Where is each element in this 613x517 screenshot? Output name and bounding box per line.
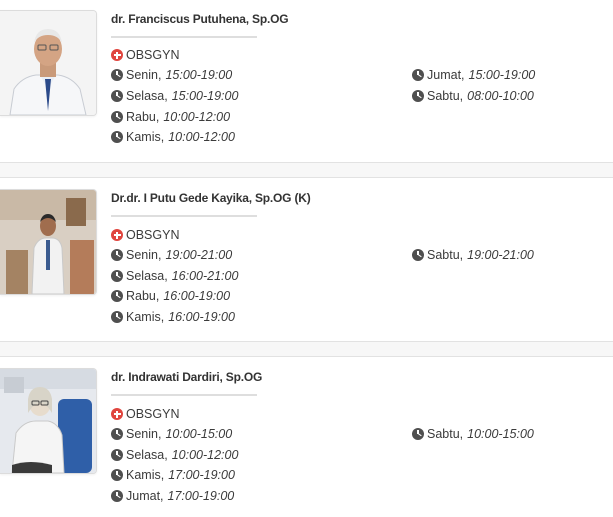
schedule-time: 16:00-19:00 <box>168 310 235 324</box>
schedule-time: 15:00-19:00 <box>468 68 536 82</box>
clock-icon <box>111 249 123 261</box>
clock-icon <box>111 131 123 143</box>
schedule-day: Kamis, <box>126 310 165 324</box>
schedule-time: 10:00-15:00 <box>467 427 534 441</box>
schedule-item: Kamis, 17:00-19:00 <box>111 468 235 482</box>
schedule-day: Kamis, <box>126 130 165 144</box>
name-divider <box>111 36 257 38</box>
specialty: OBSGYN <box>111 407 180 421</box>
schedule-item: Sabtu, 19:00-21:00 <box>412 248 534 262</box>
schedule-time: 16:00-21:00 <box>171 269 239 283</box>
schedule-item: Kamis, 10:00-12:00 <box>111 130 235 144</box>
clock-icon <box>111 311 123 323</box>
medical-cross-icon <box>111 49 123 61</box>
clock-icon <box>412 69 424 81</box>
schedule-day: Selasa, <box>126 269 168 283</box>
doctor-card[interactable]: dr. Indrawati Dardiri, Sp.OG OBSGYN Seni… <box>0 356 613 517</box>
schedule-time: 15:00-19:00 <box>171 89 239 103</box>
clock-icon <box>111 90 123 102</box>
schedule-day: Rabu, <box>126 110 160 124</box>
schedule-time: 19:00-21:00 <box>165 248 233 262</box>
schedule-time: 10:00-12:00 <box>168 130 235 144</box>
specialty: OBSGYN <box>111 228 180 242</box>
schedule-time: 19:00-21:00 <box>467 248 534 262</box>
schedule-day: Jumat, <box>126 489 164 503</box>
specialty-label: OBSGYN <box>126 407 180 421</box>
medical-cross-icon <box>111 229 123 241</box>
schedule-day: Sabtu, <box>427 89 464 103</box>
clock-icon <box>111 469 123 481</box>
schedule-day: Kamis, <box>126 468 165 482</box>
clock-icon <box>111 270 123 282</box>
schedule-item: Sabtu, 08:00-10:00 <box>412 89 534 103</box>
clock-icon <box>111 449 123 461</box>
schedule-item: Selasa, 15:00-19:00 <box>111 89 238 103</box>
schedule-day: Selasa, <box>126 448 168 462</box>
schedule-time: 17:00-19:00 <box>167 489 235 503</box>
clock-icon <box>412 249 424 261</box>
doctor-name[interactable]: Dr.dr. I Putu Gede Kayika, Sp.OG (K) <box>111 191 311 205</box>
schedule-item: Selasa, 10:00-12:00 <box>111 448 238 462</box>
clock-icon <box>412 90 424 102</box>
schedule-time: 16:00-19:00 <box>163 289 231 303</box>
schedule-day: Senin, <box>126 68 162 82</box>
schedule-day: Sabtu, <box>427 248 464 262</box>
specialty-label: OBSGYN <box>126 228 180 242</box>
schedule-time: 15:00-19:00 <box>165 68 233 82</box>
clock-icon <box>111 290 123 302</box>
schedule-day: Senin, <box>126 248 162 262</box>
doctor-photo[interactable] <box>0 10 97 116</box>
schedule-item: Rabu, 16:00-19:00 <box>111 289 230 303</box>
doctor-portrait-image <box>0 190 96 294</box>
schedule-item: Selasa, 16:00-21:00 <box>111 269 238 283</box>
name-divider <box>111 394 257 396</box>
schedule-item: Sabtu, 10:00-15:00 <box>412 427 534 441</box>
schedule-day: Sabtu, <box>427 427 464 441</box>
schedule-day: Rabu, <box>126 289 160 303</box>
medical-cross-icon <box>111 408 123 420</box>
schedule-time: 17:00-19:00 <box>168 468 235 482</box>
schedule-item: Senin, 10:00-15:00 <box>111 427 232 441</box>
schedule-time: 10:00-15:00 <box>165 427 233 441</box>
schedule-time: 10:00-12:00 <box>163 110 231 124</box>
doctor-portrait-image <box>0 11 96 115</box>
schedule-item: Senin, 19:00-21:00 <box>111 248 232 262</box>
doctor-name[interactable]: dr. Franciscus Putuhena, Sp.OG <box>111 12 289 26</box>
doctor-card[interactable]: dr. Franciscus Putuhena, Sp.OG OBSGYN Se… <box>0 0 613 163</box>
doctor-card[interactable]: Dr.dr. I Putu Gede Kayika, Sp.OG (K) OBS… <box>0 177 613 342</box>
clock-icon <box>111 111 123 123</box>
schedule-item: Rabu, 10:00-12:00 <box>111 110 230 124</box>
schedule-day: Senin, <box>126 427 162 441</box>
schedule-day: Jumat, <box>427 68 465 82</box>
schedule-time: 08:00-10:00 <box>467 89 534 103</box>
clock-icon <box>111 428 123 440</box>
schedule-item: Kamis, 16:00-19:00 <box>111 310 235 324</box>
name-divider <box>111 215 257 217</box>
schedule-item: Senin, 15:00-19:00 <box>111 68 232 82</box>
doctor-photo[interactable] <box>0 189 97 295</box>
schedule-day: Selasa, <box>126 89 168 103</box>
schedule-time: 10:00-12:00 <box>171 448 239 462</box>
schedule-item: Jumat, 17:00-19:00 <box>111 489 234 503</box>
schedule-item: Jumat, 15:00-19:00 <box>412 68 535 82</box>
doctor-name[interactable]: dr. Indrawati Dardiri, Sp.OG <box>111 370 262 384</box>
clock-icon <box>412 428 424 440</box>
specialty-label: OBSGYN <box>126 48 180 62</box>
clock-icon <box>111 69 123 81</box>
doctor-portrait-image <box>0 369 96 473</box>
clock-icon <box>111 490 123 502</box>
specialty: OBSGYN <box>111 48 180 62</box>
doctor-photo[interactable] <box>0 368 97 474</box>
